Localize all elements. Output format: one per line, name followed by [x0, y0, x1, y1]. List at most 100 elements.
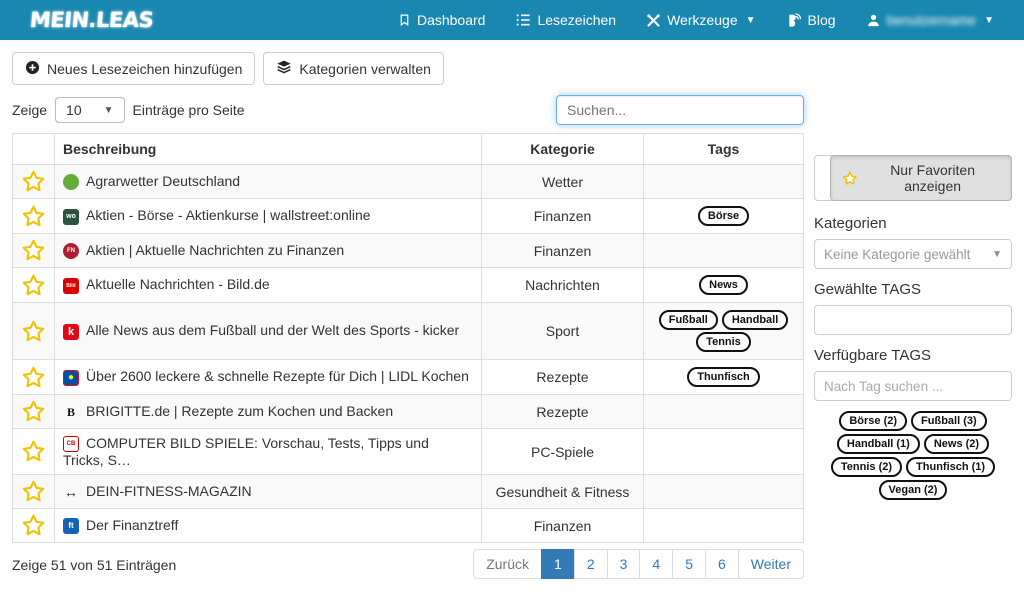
page-button[interactable]: 5 [672, 549, 706, 579]
favorite-toggle-cell[interactable] [13, 165, 55, 199]
description-column-header[interactable]: Beschreibung [55, 134, 482, 165]
bookmark-title-cell[interactable]: Agrarwetter Deutschland [55, 165, 482, 199]
bookmark-title-cell[interactable]: ftDer Finanztreff [55, 509, 482, 543]
bookmark-title[interactable]: BRIGITTE.de | Rezepte zum Kochen und Bac… [86, 403, 393, 419]
favorite-star-icon[interactable] [21, 479, 46, 504]
available-tag-pill[interactable]: Vegan (2) [879, 480, 948, 500]
bookmark-title[interactable]: Alle News aus dem Fußball und der Welt d… [86, 322, 459, 338]
app-logo[interactable]: MEIN.LEAS [29, 8, 154, 32]
category-select[interactable]: Keine Kategorie gewählt ▼ [814, 239, 1012, 269]
user-icon [866, 13, 881, 28]
chevron-down-icon: ▼ [104, 105, 114, 116]
favorite-toggle-cell[interactable] [13, 429, 55, 475]
favorite-star-icon[interactable] [21, 439, 46, 464]
tag-pill[interactable]: Tennis [696, 332, 751, 352]
search-input[interactable] [556, 95, 804, 125]
available-tag-pill[interactable]: Tennis (2) [831, 457, 902, 477]
favorite-star-icon[interactable] [21, 319, 46, 344]
favorite-toggle-cell[interactable] [13, 234, 55, 268]
chevron-down-icon: ▼ [746, 15, 756, 26]
available-tag-pill[interactable]: Fußball (3) [911, 411, 987, 431]
tag-search-input[interactable] [814, 371, 1012, 401]
bookmark-title[interactable]: Aktien - Börse - Aktienkurse | wallstree… [86, 207, 371, 223]
bookmark-table-body: Agrarwetter Deutschland WetterwoAktien - … [13, 165, 804, 543]
bookmark-title-cell[interactable]: kAlle News aus dem Fußball und der Welt … [55, 303, 482, 360]
nav-item-blog[interactable]: Blog [786, 12, 836, 28]
available-tag-pill[interactable]: Thunfisch (1) [906, 457, 995, 477]
favorite-toggle-cell[interactable] [13, 395, 55, 429]
next-page-button[interactable]: Weiter [738, 549, 804, 579]
table-row: ftDer FinanztreffFinanzen [13, 509, 804, 543]
page-button[interactable]: 3 [607, 549, 641, 579]
category-cell: Rezepte [482, 360, 644, 395]
tags-cell [644, 509, 804, 543]
nav-item-user-menu[interactable]: benutzername ▼ [866, 12, 994, 28]
nav-item-dashboard[interactable]: Dashboard [398, 12, 486, 28]
page-size-select[interactable]: 10 ▼ [55, 97, 124, 123]
available-tag-pill[interactable]: Handball (1) [837, 434, 920, 454]
tag-pill[interactable]: Thunfisch [687, 367, 760, 387]
favorite-toggle-cell[interactable] [13, 268, 55, 303]
category-column-header[interactable]: Kategorie [482, 134, 644, 165]
page-button[interactable]: 4 [639, 549, 673, 579]
site-favicon: Bild [63, 278, 79, 294]
available-tag-pill[interactable]: News (2) [924, 434, 989, 454]
tag-pill[interactable]: Fußball [659, 310, 718, 330]
favorite-star-icon[interactable] [21, 399, 46, 424]
bookmark-title[interactable]: Aktuelle Nachrichten - Bild.de [86, 276, 270, 292]
bookmark-title-cell[interactable]: woAktien - Börse - Aktienkurse | wallstr… [55, 199, 482, 234]
bookmark-title[interactable]: Aktien | Aktuelle Nachrichten zu Finanze… [86, 242, 344, 258]
favorite-toggle-cell[interactable] [13, 199, 55, 234]
tags-cell [644, 395, 804, 429]
tags-column-header[interactable]: Tags [644, 134, 804, 165]
navbar: MEIN.LEAS Dashboard Lesezeichen Werkzeug… [0, 0, 1024, 40]
bookmark-title[interactable]: DEIN-FITNESS-MAGAZIN [86, 483, 252, 499]
favorite-star-icon[interactable] [21, 204, 46, 229]
bookmark-title-cell[interactable]: FN Aktien | Aktuelle Nachrichten zu Finan… [55, 234, 482, 268]
available-tag-pill[interactable]: Börse (2) [839, 411, 907, 431]
nav-item-lesezeichen[interactable]: Lesezeichen [515, 12, 616, 28]
table-row: ↔DEIN-FITNESS-MAGAZINGesundheit & Fitnes… [13, 475, 804, 509]
tag-pill[interactable]: Börse [698, 206, 749, 226]
tag-pill[interactable]: Handball [722, 310, 788, 330]
bookmark-title-cell[interactable]: CBCOMPUTER BILD SPIELE: Vorschau, Tests,… [55, 429, 482, 475]
favorite-column-header [13, 134, 55, 165]
nav-item-werkzeuge[interactable]: Werkzeuge ▼ [646, 12, 755, 28]
bookmark-title[interactable]: COMPUTER BILD SPIELE: Vorschau, Tests, T… [63, 435, 429, 468]
bookmark-title[interactable]: Über 2600 leckere & schnelle Rezepte für… [86, 368, 469, 384]
favorite-toggle-cell[interactable] [13, 303, 55, 360]
site-favicon: FN [63, 243, 79, 259]
bookmark-title-cell[interactable]: BBRIGITTE.de | Rezepte zum Kochen und Ba… [55, 395, 482, 429]
category-cell: Gesundheit & Fitness [482, 475, 644, 509]
favorites-filter-button[interactable]: Nur Favoriten anzeigen [830, 155, 1012, 201]
page-button[interactable]: 2 [574, 549, 608, 579]
bookmark-title-cell[interactable]: ●Über 2600 leckere & schnelle Rezepte fü… [55, 360, 482, 395]
favorite-toggle-cell[interactable] [13, 509, 55, 543]
bookmark-title[interactable]: Der Finanztreff [86, 517, 178, 533]
tags-cell: FußballHandballTennis [644, 303, 804, 360]
favorite-toggle-cell[interactable] [13, 360, 55, 395]
favorite-toggle-cell[interactable] [13, 475, 55, 509]
page-button[interactable]: 6 [705, 549, 739, 579]
favorite-star-icon[interactable] [21, 513, 46, 538]
category-cell: PC-Spiele [482, 429, 644, 475]
page-button[interactable]: 1 [541, 549, 575, 579]
bookmark-title-cell[interactable]: Bild Aktuelle Nachrichten - Bild.de [55, 268, 482, 303]
category-cell: Wetter [482, 165, 644, 199]
blog-icon [786, 12, 802, 28]
tag-pill[interactable]: News [699, 275, 748, 295]
tools-icon [646, 13, 661, 28]
add-bookmark-button[interactable]: Neues Lesezeichen hinzufügen [12, 52, 255, 85]
bookmark-title[interactable]: Agrarwetter Deutschland [86, 173, 240, 189]
manage-categories-button[interactable]: Kategorien verwalten [263, 52, 444, 85]
favorite-star-icon[interactable] [21, 365, 46, 390]
selected-tags-input[interactable] [814, 305, 1012, 335]
pagination: Zurück 123456 Weiter [473, 549, 804, 579]
previous-page-button[interactable]: Zurück [473, 549, 542, 579]
bookmark-title-cell[interactable]: ↔DEIN-FITNESS-MAGAZIN [55, 475, 482, 509]
chevron-down-icon: ▼ [984, 15, 994, 26]
favorite-star-icon[interactable] [21, 273, 46, 298]
favorite-star-icon[interactable] [21, 238, 46, 263]
tags-cell: News [644, 268, 804, 303]
favorite-star-icon[interactable] [21, 169, 46, 194]
